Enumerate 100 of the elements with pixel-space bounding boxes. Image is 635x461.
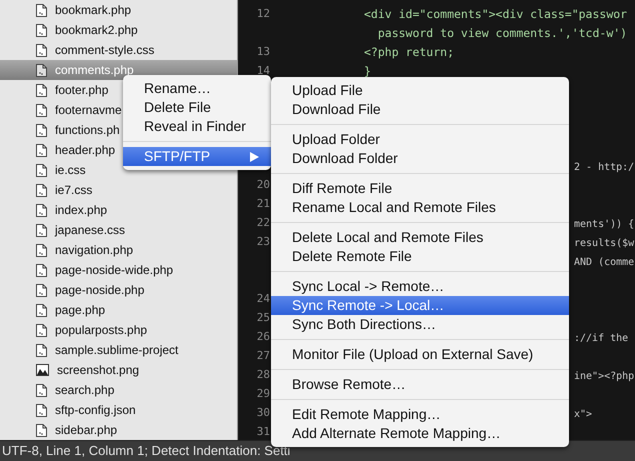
document-icon <box>36 104 47 116</box>
file-item[interactable]: japanese.css <box>0 220 237 240</box>
code-line: } <box>364 64 371 78</box>
file-name: ie.css <box>55 162 86 179</box>
file-name: popularposts.php <box>55 322 148 339</box>
document-icon <box>36 124 47 136</box>
line-number: 24 <box>256 291 270 308</box>
line-number: 12 <box>256 6 270 22</box>
line-number: 22 <box>256 215 270 232</box>
file-name: screenshot.png <box>57 362 140 379</box>
menu-item[interactable]: Sync Both Directions… <box>271 315 569 334</box>
file-name: footernavme <box>55 102 122 119</box>
code-fragment: AND (comme <box>574 256 634 268</box>
menu-item[interactable]: Delete Remote File <box>271 247 569 266</box>
file-name: index.php <box>55 202 108 219</box>
file-name: sftp-config.json <box>55 402 136 419</box>
file-name: sidebar.php <box>55 422 118 439</box>
document-icon <box>36 4 47 16</box>
file-name: footer.php <box>55 82 108 99</box>
file-name: navigation.php <box>55 242 134 259</box>
line-number: 13 <box>256 44 270 60</box>
code-fragment: 2 - http:/ <box>574 162 634 173</box>
menu-item[interactable]: Rename Local and Remote Files <box>271 198 569 217</box>
document-icon <box>36 224 47 236</box>
file-item[interactable]: sidebar.php <box>0 420 237 440</box>
line-number: 21 <box>256 196 270 212</box>
menu-item[interactable]: Edit Remote Mapping… <box>271 405 569 424</box>
line-number: 14 <box>256 63 270 80</box>
line-number: 26 <box>256 329 270 346</box>
image-file-icon <box>36 364 49 376</box>
line-number: 27 <box>256 348 270 364</box>
menu-item[interactable]: Sync Local -> Remote… <box>271 277 569 296</box>
document-icon <box>36 44 47 56</box>
document-icon <box>36 324 47 336</box>
document-icon <box>36 164 47 176</box>
file-item[interactable]: sample.sublime-project <box>0 340 237 360</box>
file-item[interactable]: navigation.php <box>0 240 237 260</box>
menu-item[interactable]: Browse Remote… <box>271 375 569 394</box>
file-item[interactable]: bookmark.php <box>0 0 237 20</box>
document-icon <box>36 384 47 396</box>
file-item[interactable]: page.php <box>0 300 237 320</box>
document-icon <box>36 284 47 296</box>
code-line: <div id="comments"><div class="passwor <box>364 6 628 21</box>
document-icon <box>36 64 47 76</box>
menu-item[interactable]: Monitor File (Upload on External Save) <box>271 345 569 364</box>
menu-item[interactable]: Sync Remote -> Local… <box>271 296 569 315</box>
menu-item[interactable]: SFTP/FTP <box>123 147 271 166</box>
document-icon <box>36 404 47 416</box>
code-fragment: ments')) { <box>574 218 634 230</box>
line-number: 20 <box>256 177 270 194</box>
document-icon <box>36 144 47 156</box>
menu-item[interactable]: Upload File <box>271 81 569 100</box>
document-icon <box>36 424 47 436</box>
document-icon <box>36 84 47 96</box>
file-name: sample.sublime-project <box>55 342 178 359</box>
file-name: page-noside.php <box>55 282 144 299</box>
code-line: password to view comments.','tcd-w') <box>376 26 628 40</box>
menu-item[interactable]: Delete Local and Remote Files <box>271 228 569 247</box>
code-fragment: results($w <box>574 238 634 249</box>
file-name: comment-style.css <box>55 42 154 59</box>
line-number: 31 <box>256 424 270 440</box>
menu-item[interactable]: Reveal in Finder <box>123 117 271 136</box>
status-text: UTF-8, Line 1, Column 1; Detect Indentation: Setti <box>2 442 290 460</box>
line-number: 23 <box>256 234 270 250</box>
file-item[interactable]: index.php <box>0 200 237 220</box>
menu-item[interactable]: Rename… <box>123 79 271 98</box>
line-number: 30 <box>256 405 270 422</box>
file-name: search.php <box>55 382 114 399</box>
file-item[interactable]: bookmark2.php <box>0 20 237 40</box>
file-item[interactable]: screenshot.png <box>0 360 237 380</box>
file-item[interactable]: ie7.css <box>0 180 237 200</box>
file-name: page-noside-wide.php <box>55 262 174 279</box>
file-item[interactable]: popularposts.php <box>0 320 237 340</box>
file-name: bookmark.php <box>55 2 132 19</box>
file-name: bookmark2.php <box>55 22 138 39</box>
file-item[interactable]: sftp-config.json <box>0 400 237 420</box>
file-item[interactable]: page-noside.php <box>0 280 237 300</box>
document-icon <box>36 344 47 356</box>
file-name: functions.ph <box>55 122 120 139</box>
document-icon <box>36 304 47 316</box>
menu-item[interactable]: Download Folder <box>271 149 569 168</box>
file-item[interactable]: comment-style.css <box>0 40 237 60</box>
menu-item[interactable]: Diff Remote File <box>271 179 569 198</box>
code-fragment: x"> <box>574 408 592 420</box>
menu-item[interactable]: Add Alternate Remote Mapping… <box>271 424 569 443</box>
code-fragment: ine"><?php <box>574 370 634 382</box>
file-name: page.php <box>55 302 106 319</box>
menu-item[interactable]: Delete File <box>123 98 271 117</box>
menu-item[interactable]: Download File <box>271 100 569 119</box>
line-number: 25 <box>256 310 270 326</box>
code-fragment: ://if the <box>574 332 628 344</box>
line-number: 29 <box>256 386 270 402</box>
document-icon <box>36 184 47 196</box>
document-icon <box>36 244 47 256</box>
file-item[interactable]: page-noside-wide.php <box>0 260 237 280</box>
menu-item[interactable]: Upload Folder <box>271 130 569 149</box>
code-line: <?php return; <box>364 44 454 59</box>
file-name: japanese.css <box>55 222 126 239</box>
file-name: comments.php <box>55 62 134 79</box>
file-item[interactable]: search.php <box>0 380 237 400</box>
